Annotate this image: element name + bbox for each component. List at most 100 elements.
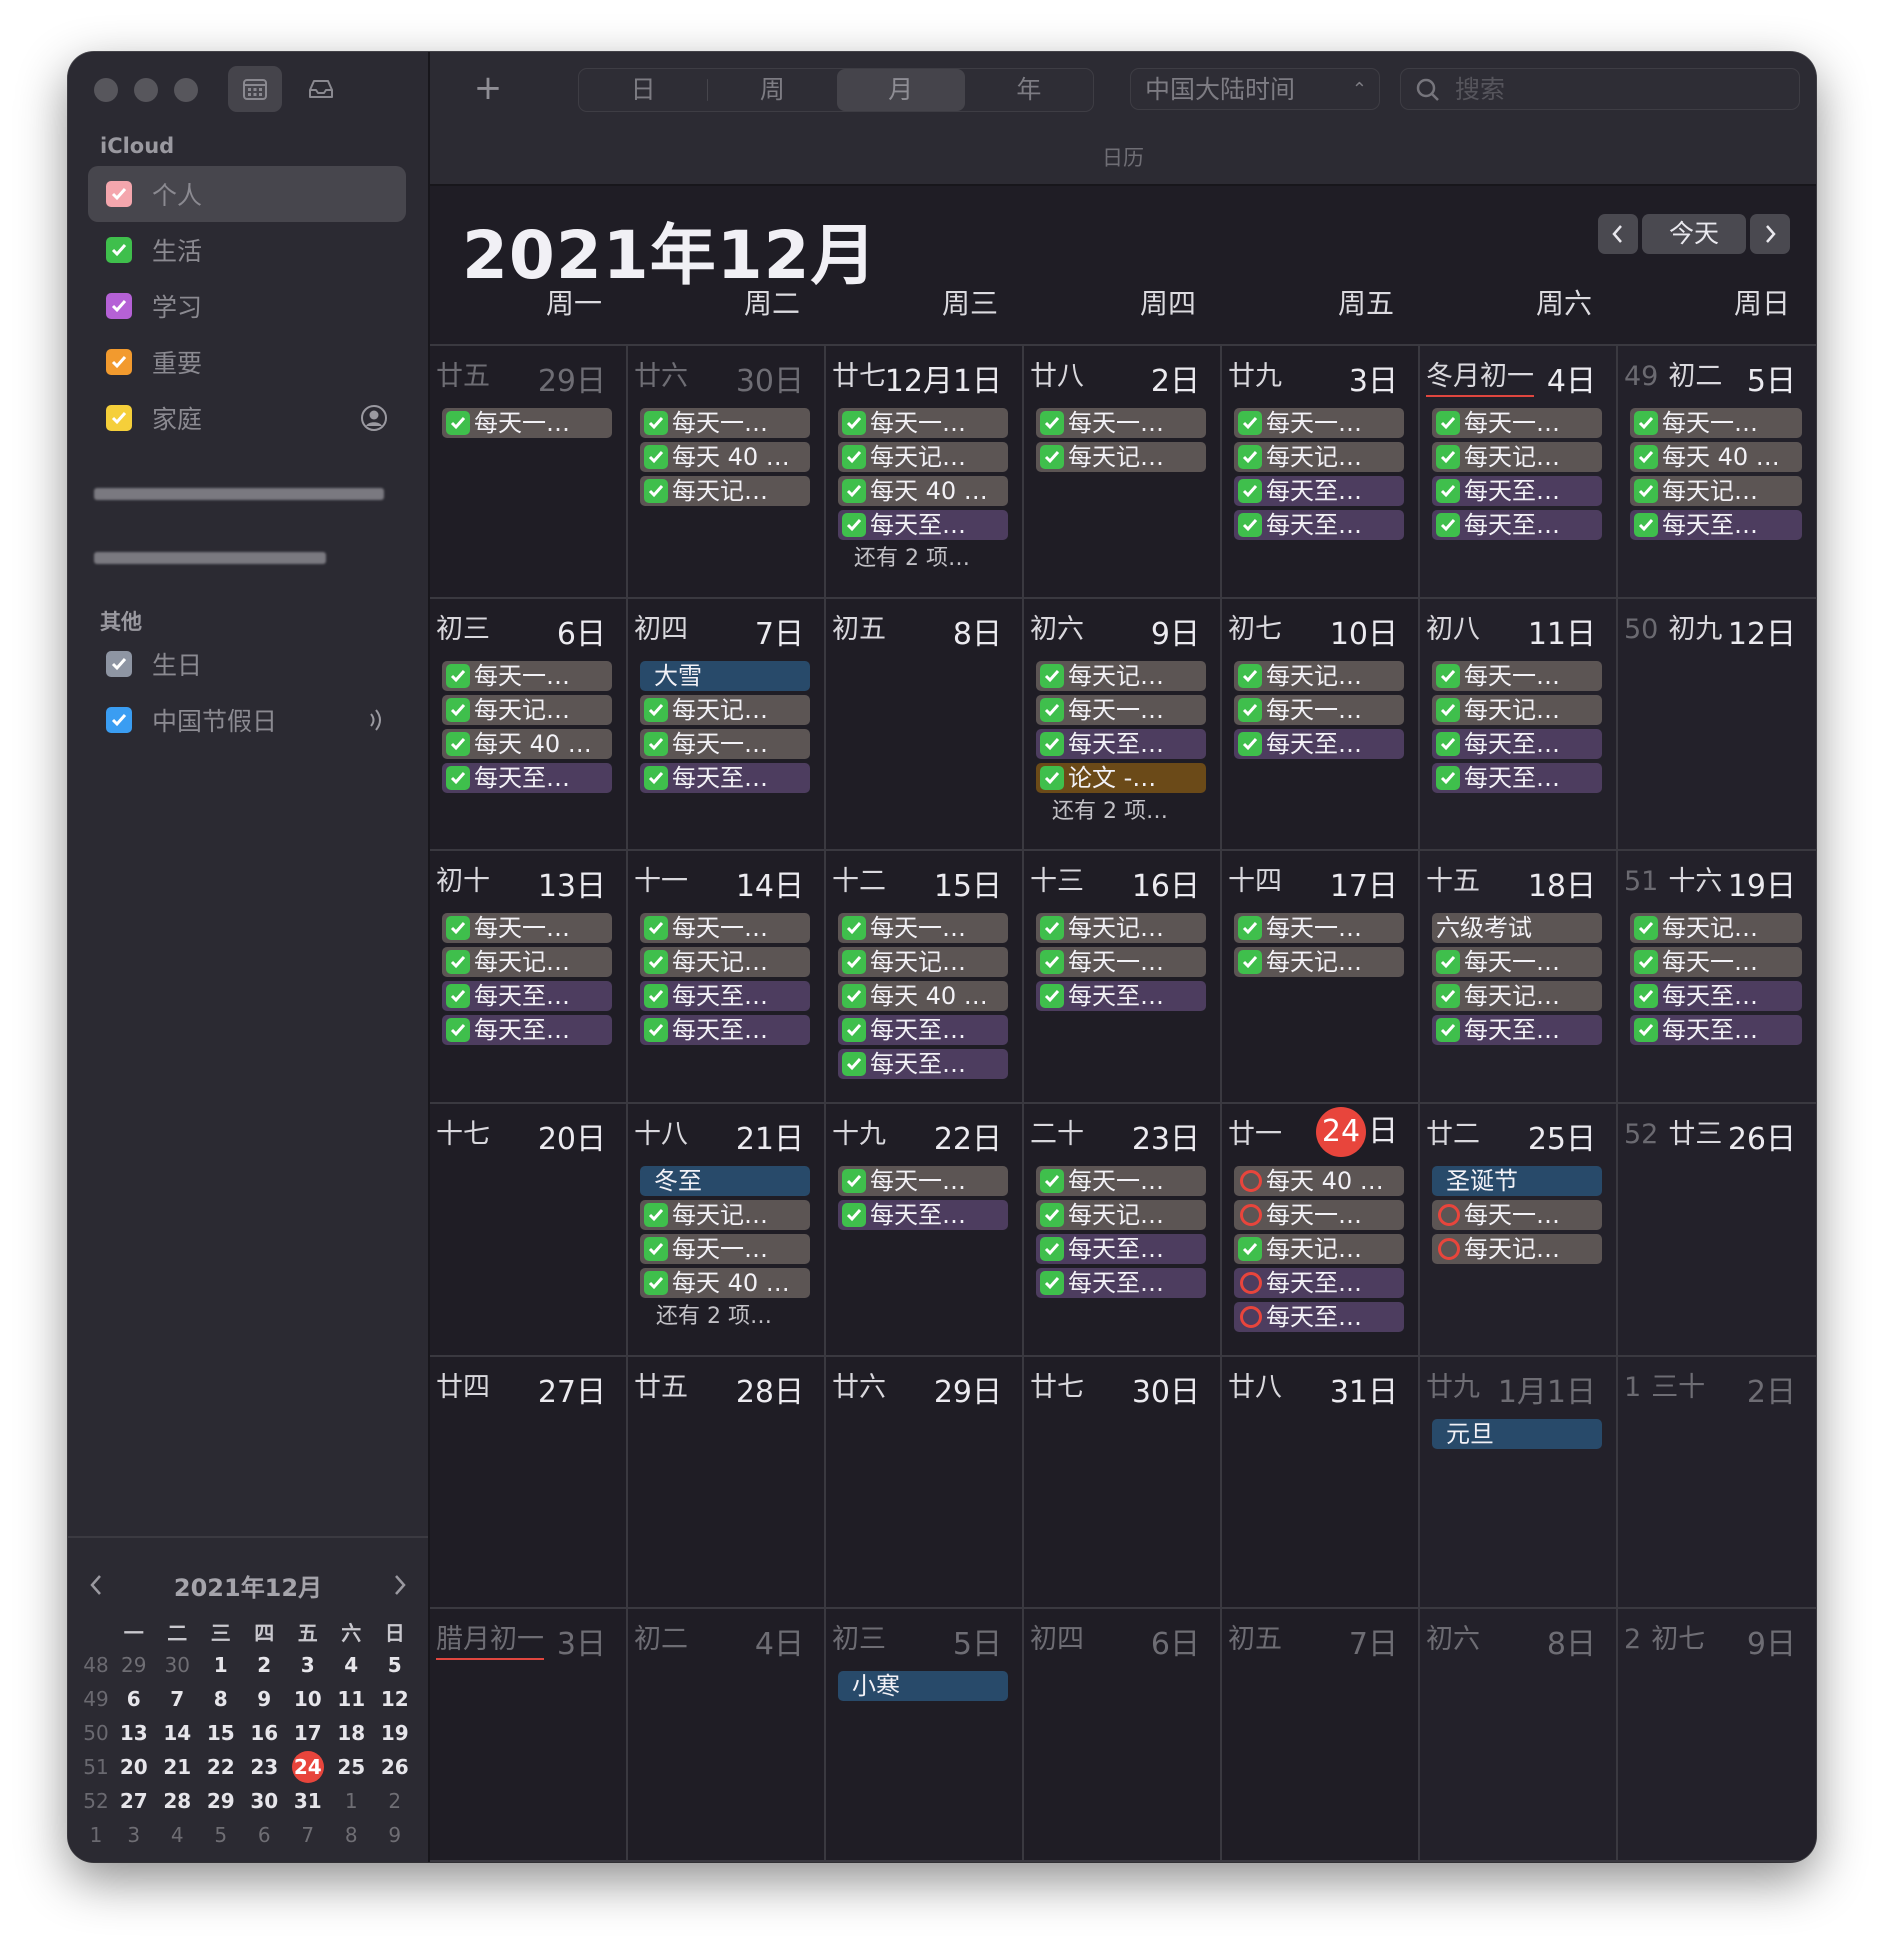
- day-cell[interactable]: 52 廿三 26日: [1618, 1104, 1816, 1357]
- calendar-event[interactable]: 每天记…: [1234, 1234, 1404, 1264]
- calendar-event[interactable]: 每天一…: [1234, 1200, 1404, 1230]
- day-cell[interactable]: 廿六 29日: [826, 1356, 1024, 1610]
- calendar-event[interactable]: 每天一…: [1432, 408, 1602, 438]
- mini-day[interactable]: 10: [286, 1687, 330, 1711]
- day-cell[interactable]: 廿八 31日: [1222, 1356, 1420, 1610]
- mini-day[interactable]: 15: [199, 1721, 243, 1745]
- calendar-item-family[interactable]: 家庭: [88, 390, 406, 446]
- calendar-event[interactable]: 每天一…: [442, 913, 612, 944]
- day-cell[interactable]: 廿八 2日 每天一… 每天记…: [1024, 346, 1222, 599]
- mini-day[interactable]: 27: [112, 1789, 156, 1813]
- calendar-event[interactable]: 每天记…: [1234, 947, 1404, 978]
- day-cell[interactable]: 廿七 30日: [1024, 1356, 1222, 1610]
- mini-day[interactable]: 1: [330, 1789, 374, 1813]
- mini-day[interactable]: 28: [156, 1789, 200, 1813]
- calendar-event[interactable]: 每天至…: [1234, 510, 1404, 540]
- mini-day[interactable]: 29: [199, 1789, 243, 1813]
- calendar-event[interactable]: 每天记…: [1036, 442, 1206, 472]
- calendar-event[interactable]: 每天至…: [1630, 510, 1802, 540]
- day-cell[interactable]: 十七 20日: [430, 1104, 628, 1357]
- day-cell[interactable]: 初六 9日 每天记… 每天一… 每天至… 论文 -… 还有 2 项…: [1024, 598, 1222, 852]
- mini-day[interactable]: 8: [199, 1687, 243, 1711]
- calendar-event[interactable]: 每天一…: [1234, 694, 1404, 725]
- mini-day[interactable]: 12: [373, 1687, 417, 1711]
- mini-day[interactable]: 6: [112, 1687, 156, 1711]
- calendar-event[interactable]: 每天至…: [1036, 1268, 1206, 1298]
- next-month-button[interactable]: [1750, 214, 1790, 254]
- calendar-event[interactable]: 每天一…: [1234, 408, 1404, 438]
- day-cell[interactable]: 廿二 25日 圣诞节 每天一… 每天记…: [1420, 1104, 1618, 1357]
- calendar-event[interactable]: 每天 40 …: [640, 442, 810, 472]
- calendar-event[interactable]: 每天记…: [640, 694, 810, 725]
- checkbox-icon[interactable]: [106, 405, 132, 431]
- calendar-event[interactable]: 小寒: [838, 1671, 1008, 1702]
- calendar-item-life[interactable]: 生活: [88, 222, 406, 278]
- shared-person-icon[interactable]: [360, 404, 388, 436]
- calendar-event[interactable]: 每天 40 …: [1630, 442, 1802, 472]
- calendar-event[interactable]: 每天至…: [1036, 728, 1206, 759]
- view-tab-week[interactable]: 周: [708, 69, 836, 111]
- mini-day[interactable]: 22: [199, 1755, 243, 1779]
- checkbox-icon[interactable]: [106, 293, 132, 319]
- day-cell[interactable]: 50 初九 12日: [1618, 598, 1816, 852]
- calendar-event[interactable]: 每天记…: [838, 947, 1008, 978]
- calendar-event[interactable]: 每天记…: [442, 694, 612, 725]
- mini-day[interactable]: 29: [112, 1653, 156, 1677]
- day-cell[interactable]: 十八 21日 冬至 每天记… 每天一… 每天 40 … 还有 2 项…: [628, 1104, 826, 1357]
- calendar-event[interactable]: 六级考试: [1432, 913, 1602, 944]
- day-cell[interactable]: 2 初七 9日: [1618, 1609, 1816, 1862]
- calendar-event[interactable]: 每天至…: [442, 981, 612, 1012]
- calendar-event[interactable]: 每天一…: [1630, 947, 1802, 978]
- mini-day[interactable]: 30: [156, 1653, 200, 1677]
- mini-day[interactable]: 19: [373, 1721, 417, 1745]
- calendar-list-toggle-button[interactable]: [228, 66, 282, 112]
- mini-day[interactable]: 3: [112, 1823, 156, 1847]
- calendar-event[interactable]: 每天记…: [1630, 476, 1802, 506]
- mini-day[interactable]: 23: [243, 1755, 287, 1779]
- add-event-button[interactable]: +: [466, 68, 510, 108]
- mini-day[interactable]: 9: [373, 1823, 417, 1847]
- calendar-event[interactable]: 每天至…: [640, 981, 810, 1012]
- mini-day[interactable]: 21: [156, 1755, 200, 1779]
- calendar-event[interactable]: 每天记…: [640, 476, 810, 506]
- close-window-button[interactable]: [94, 78, 118, 102]
- calendar-event[interactable]: 每天一…: [640, 1234, 810, 1264]
- mini-day[interactable]: 20: [112, 1755, 156, 1779]
- calendar-event[interactable]: 每天记…: [1432, 981, 1602, 1012]
- calendar-item-important[interactable]: 重要: [88, 334, 406, 390]
- day-cell[interactable]: 初四 6日: [1024, 1609, 1222, 1862]
- day-cell[interactable]: 初八 11日 每天一… 每天记… 每天至… 每天至…: [1420, 598, 1618, 852]
- day-cell[interactable]: 腊月初一 3日: [430, 1609, 628, 1862]
- calendar-event[interactable]: 圣诞节: [1432, 1166, 1602, 1196]
- calendar-event[interactable]: 每天记…: [838, 442, 1008, 472]
- day-cell[interactable]: 十四 17日 每天一… 每天记…: [1222, 851, 1420, 1104]
- day-cell[interactable]: 十三 16日 每天记… 每天一… 每天至…: [1024, 851, 1222, 1104]
- calendar-event[interactable]: 每天记…: [640, 947, 810, 978]
- mini-day[interactable]: 4: [156, 1823, 200, 1847]
- day-cell[interactable]: 初二 4日: [628, 1609, 826, 1862]
- mini-day[interactable]: 7: [286, 1823, 330, 1847]
- calendar-event[interactable]: 每天一…: [442, 408, 612, 438]
- calendar-event[interactable]: 每天至…: [1630, 1015, 1802, 1046]
- day-cell[interactable]: 十九 22日 每天一… 每天至…: [826, 1104, 1024, 1357]
- checkbox-icon[interactable]: [106, 237, 132, 263]
- calendar-event[interactable]: 每天至…: [838, 510, 1008, 540]
- calendar-event[interactable]: 每天一…: [1036, 408, 1206, 438]
- day-cell[interactable]: 初三 5日 小寒: [826, 1609, 1024, 1862]
- calendar-event[interactable]: 每天一…: [442, 660, 612, 691]
- day-cell[interactable]: 廿一 24 日每天 40 … 每天一… 每天记… 每天至… 每天至…: [1222, 1104, 1420, 1357]
- mini-day[interactable]: 31: [286, 1789, 330, 1813]
- day-cell[interactable]: 初六 8日: [1420, 1609, 1618, 1862]
- calendar-event[interactable]: 每天一…: [640, 728, 810, 759]
- day-cell[interactable]: 廿五 28日: [628, 1356, 826, 1610]
- mini-day[interactable]: 5: [199, 1823, 243, 1847]
- mini-day[interactable]: 13: [112, 1721, 156, 1745]
- day-cell[interactable]: 十一 14日 每天一… 每天记… 每天至… 每天至…: [628, 851, 826, 1104]
- calendar-event[interactable]: 每天至…: [1234, 728, 1404, 759]
- calendar-event[interactable]: 每天至…: [640, 762, 810, 793]
- calendar-event[interactable]: 每天至…: [1432, 762, 1602, 793]
- calendar-event[interactable]: 每天 40 …: [838, 476, 1008, 506]
- calendar-event[interactable]: 每天一…: [1432, 660, 1602, 691]
- calendar-event[interactable]: 每天记…: [1630, 913, 1802, 944]
- inbox-button[interactable]: [294, 66, 348, 112]
